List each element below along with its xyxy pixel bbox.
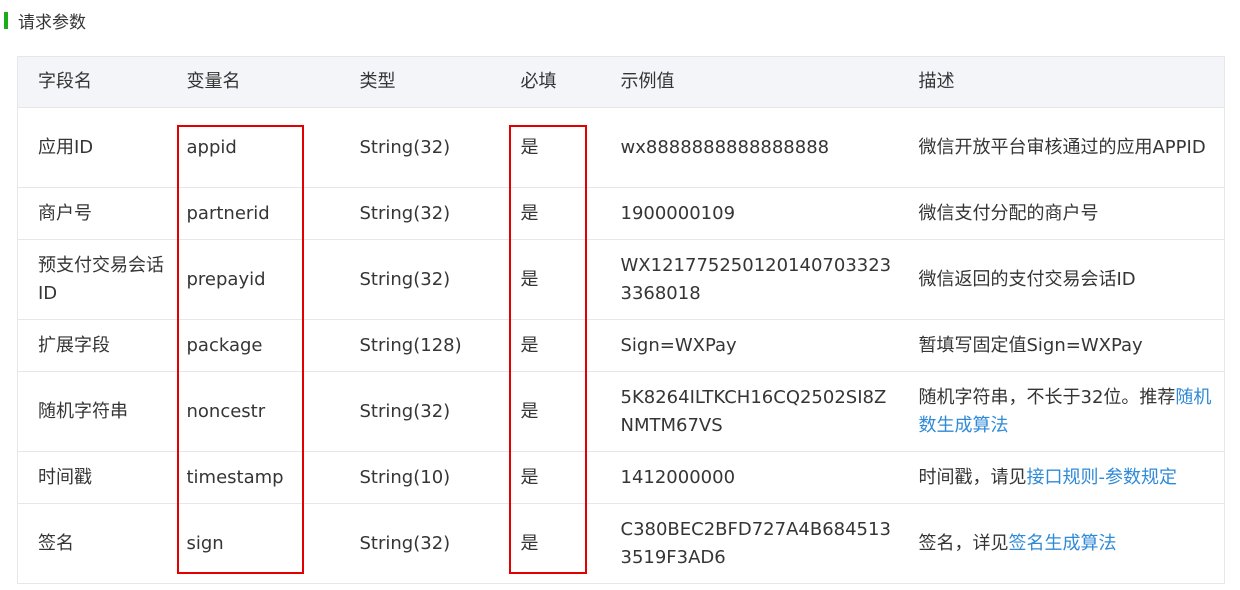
cell-field: 应用ID (17, 107, 167, 188)
cell-type: String(32) (339, 503, 501, 584)
variable-highlight-box (177, 125, 304, 574)
cell-field: 扩展字段 (17, 319, 167, 372)
description-text: 暂填写固定值Sign=WXPay (918, 334, 1143, 356)
cell-type: String(10) (339, 451, 501, 504)
header-example: 示例值 (600, 56, 899, 108)
cell-example: 5K8264ILTKCH16CQ2502SI8ZNMTM67VS (600, 371, 899, 452)
description-text: 微信返回的支付交易会话ID (918, 268, 1136, 290)
description-text: 随机字符串，不长于32位。推荐 (918, 386, 1176, 408)
cell-type: String(32) (339, 371, 501, 452)
cell-field: 随机字符串 (17, 371, 167, 452)
header-type: 类型 (339, 56, 501, 108)
description-text: 微信开放平台审核通过的应用APPID (918, 136, 1206, 158)
cell-description: 暂填写固定值Sign=WXPay (898, 319, 1225, 372)
cell-example: 1900000109 (600, 187, 899, 240)
cell-example: wx8888888888888888 (600, 107, 899, 188)
header-field: 字段名 (17, 56, 167, 108)
cell-description: 随机字符串，不长于32位。推荐随机数生成算法 (898, 371, 1225, 452)
header-required: 必填 (500, 56, 601, 108)
cell-example: 1412000000 (600, 451, 899, 504)
table-header-row: 字段名 变量名 类型 必填 示例值 描述 (17, 56, 1225, 108)
cell-example: WX1217752501201407033233368018 (600, 239, 899, 320)
description-text: 签名，详见 (918, 532, 1009, 554)
description-text: 微信支付分配的商户号 (918, 202, 1099, 224)
cell-type: String(32) (339, 107, 501, 188)
signature-link[interactable]: 签名生成算法 (1009, 533, 1117, 554)
cell-description: 微信开放平台审核通过的应用APPID (898, 107, 1225, 188)
cell-field: 时间戳 (17, 451, 167, 504)
section-accent-bar (4, 11, 8, 29)
cell-field: 预支付交易会话ID (17, 239, 167, 320)
cell-description: 微信返回的支付交易会话ID (898, 239, 1225, 320)
cell-example: Sign=WXPay (600, 319, 899, 372)
cell-description: 时间戳，请见接口规则-参数规定 (898, 451, 1225, 504)
cell-type: String(32) (339, 239, 501, 320)
cell-example: C380BEC2BFD727A4B6845133519F3AD6 (600, 503, 899, 584)
header-variable: 变量名 (166, 56, 340, 108)
rules-link[interactable]: 接口规则-参数规定 (1027, 467, 1178, 488)
cell-description: 微信支付分配的商户号 (898, 187, 1225, 240)
section-title: 请求参数 (18, 12, 86, 33)
cell-description: 签名，详见签名生成算法 (898, 503, 1225, 584)
cell-field: 商户号 (17, 187, 167, 240)
required-highlight-box (509, 125, 587, 574)
section-heading: 请求参数 (4, 8, 86, 33)
header-description: 描述 (898, 56, 1225, 108)
cell-field: 签名 (17, 503, 167, 584)
description-text: 时间戳，请见 (918, 466, 1027, 488)
cell-type: String(128) (339, 319, 501, 372)
cell-type: String(32) (339, 187, 501, 240)
